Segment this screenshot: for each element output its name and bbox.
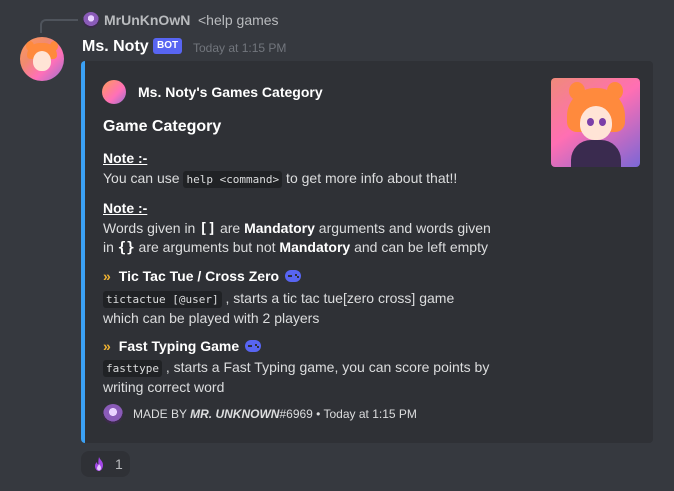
reply-spine <box>40 19 78 33</box>
avatar[interactable] <box>20 37 64 81</box>
reply-message-text[interactable]: <help games <box>198 11 279 29</box>
gamepad-icon <box>285 270 302 282</box>
reaction-count: 1 <box>115 456 123 472</box>
message-username[interactable]: Ms. Noty <box>82 37 149 57</box>
bot-badge: BOT <box>153 38 183 54</box>
embed-author-icon <box>102 80 126 104</box>
note-text-line1: Words given in [] are Mandatory argument… <box>103 220 491 237</box>
chevron-right-icon: » <box>103 268 111 284</box>
embed-title: Game Category <box>103 118 222 135</box>
inline-code: fasttype <box>103 360 162 377</box>
embed-author: Ms. Noty's Games Category <box>138 84 323 100</box>
embed-thumbnail[interactable] <box>551 78 640 167</box>
reply-avatar[interactable] <box>83 12 99 28</box>
note-text-line2: in {} are arguments but not Mandatory an… <box>103 239 488 256</box>
purple-fire-icon <box>95 457 103 471</box>
gamepad-icon <box>245 340 262 352</box>
footer-icon <box>103 404 123 424</box>
command-desc-line2: writing correct word <box>103 379 225 395</box>
note-heading: Note :- <box>103 150 148 166</box>
inline-code: help <command> <box>183 171 283 188</box>
reply-username[interactable]: MrUnKnOwN <box>104 11 190 29</box>
note-text: You can use help <command> to get more i… <box>103 170 458 188</box>
embed-card: Ms. Noty's Games Category Game Category … <box>81 61 653 443</box>
embed-footer: MADE BY MR. UNKNOWN#6969 • Today at 1:15… <box>133 407 417 421</box>
command-title: » Tic Tac Tue / Cross Zero <box>103 267 302 285</box>
inline-code: tictactue [@user] <box>103 291 222 308</box>
message-timestamp: Today at 1:15 PM <box>193 41 287 55</box>
command-title: » Fast Typing Game <box>103 337 262 355</box>
command-desc-line1: tictactue [@user] , starts a tic tac tue… <box>103 288 454 310</box>
command-desc-line2: which can be played with 2 players <box>103 310 320 326</box>
chevron-right-icon: » <box>103 338 111 354</box>
note-heading: Note :- <box>103 200 148 216</box>
reaction-button[interactable]: 1 <box>81 451 130 477</box>
command-desc-line1: fasttype , starts a Fast Typing game, yo… <box>103 357 489 379</box>
